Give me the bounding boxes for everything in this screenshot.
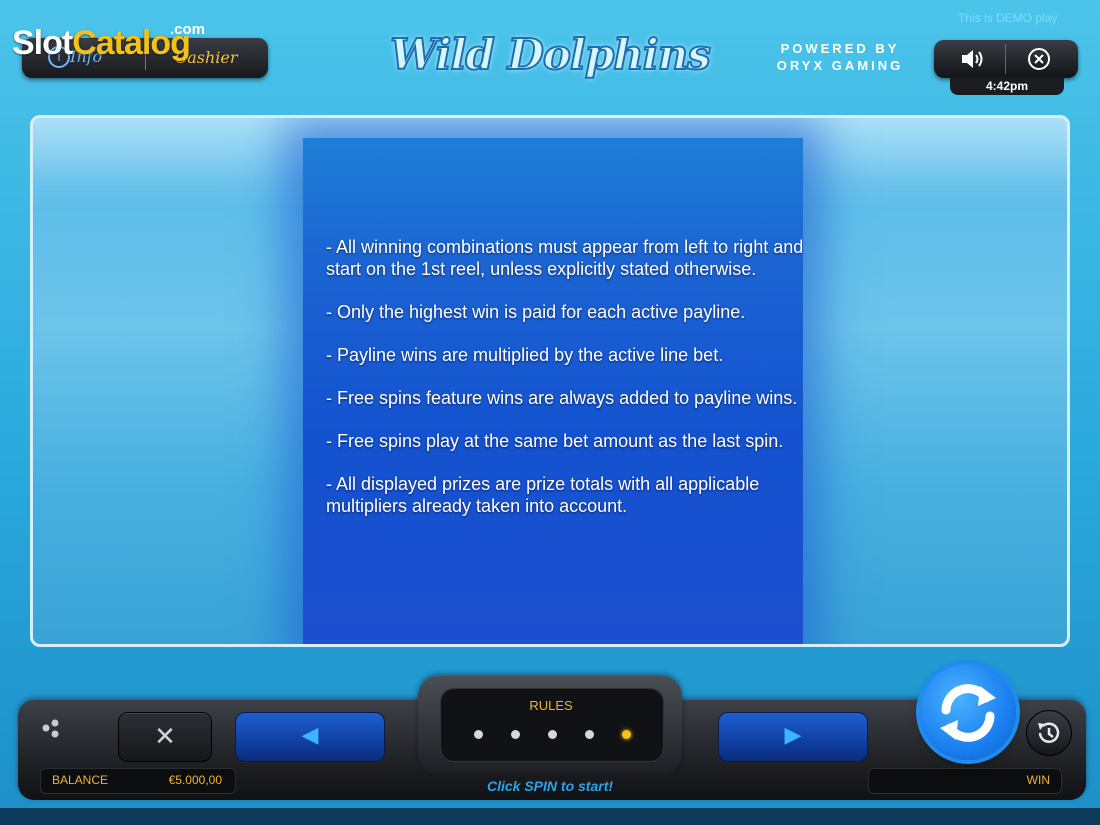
spin-button[interactable] — [920, 664, 1016, 760]
balance-label: BALANCE — [52, 773, 109, 787]
close-icon — [1028, 48, 1050, 70]
page-indicator — [470, 730, 640, 742]
rule-paragraph: - All winning combinations must appear f… — [326, 237, 804, 279]
rule-paragraph: - Free spins play at the same bet amount… — [326, 431, 784, 451]
history-button[interactable] — [1026, 710, 1072, 756]
sound-button[interactable] — [958, 46, 988, 72]
clock: 4:42pm — [950, 77, 1064, 95]
arrow-right-icon: ▶ — [784, 723, 802, 748]
balance-value: €5.000,00 — [168, 773, 222, 787]
demo-notice: This is DEMO play — [958, 11, 1058, 25]
rule-paragraph: - Only the highest win is paid for each … — [326, 302, 746, 322]
watermark-slot: Slot — [12, 24, 73, 62]
history-icon — [1038, 722, 1060, 743]
close-rules-button[interactable]: ✕ — [118, 712, 212, 762]
page-dot[interactable] — [511, 730, 520, 739]
page-dot[interactable] — [474, 730, 483, 739]
menu-dots-icon — [42, 719, 59, 738]
game-title-logo: Wild Dolphins — [389, 29, 712, 80]
top-controls-panel — [934, 40, 1078, 78]
rule-paragraph: - Payline wins are multiplied by the act… — [326, 345, 724, 365]
rules-text: - All winning combinations must appear f… — [326, 236, 806, 538]
menu-button[interactable] — [40, 718, 64, 742]
close-game-button[interactable] — [1026, 46, 1052, 72]
rules-label: RULES — [529, 698, 573, 713]
page-dot[interactable] — [548, 730, 557, 739]
watermark-com: .com — [170, 21, 206, 38]
bottom-strip — [0, 808, 1100, 825]
rule-paragraph: - All displayed prizes are prize totals … — [326, 474, 760, 516]
divider — [1005, 44, 1006, 74]
win-label: WIN — [1026, 773, 1050, 787]
arrow-left-icon: ◀ — [301, 723, 319, 748]
page-dot-active[interactable] — [622, 730, 631, 739]
watermark-logo: SlotCatalog — [12, 24, 191, 62]
rule-paragraph: - Free spins feature wins are always add… — [326, 388, 798, 408]
status-message: Click SPIN to start! — [486, 778, 614, 794]
powered-by: POWERED BY ORYX GAMING — [770, 40, 910, 74]
powered-line-2: ORYX GAMING — [776, 58, 904, 73]
previous-page-button[interactable]: ◀ — [235, 712, 385, 762]
next-page-button[interactable]: ▶ — [718, 712, 868, 762]
spin-arrows-icon — [940, 684, 996, 742]
powered-line-1: POWERED BY — [780, 41, 900, 56]
speaker-icon — [962, 50, 983, 68]
page-dot[interactable] — [585, 730, 594, 739]
x-icon: ✕ — [154, 722, 176, 752]
